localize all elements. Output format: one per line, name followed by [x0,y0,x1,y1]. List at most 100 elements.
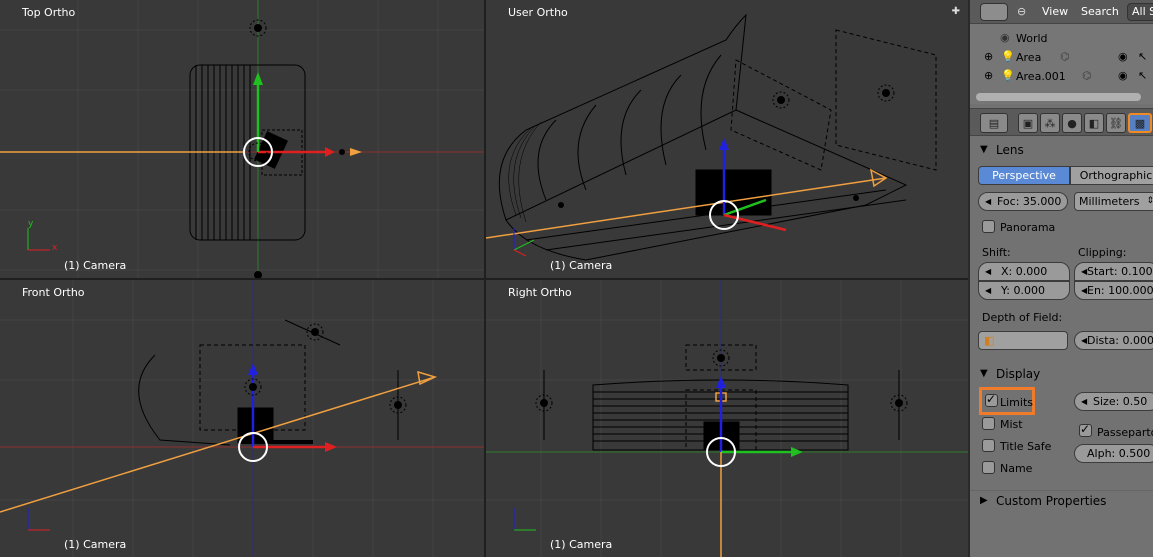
filter-dropdown-label: All S [1132,5,1153,18]
viewport-user-ortho[interactable]: User Ortho ✚ (1) Camera [486,0,968,278]
orthographic-button[interactable]: Orthographic [1070,166,1153,185]
outliner: ⊖ View Search All S ◉ World ⊕ 💡 Area ⌬ ◉… [970,0,1153,104]
size-value: Size: 0.50 [1093,395,1148,408]
clipping-label: Clipping: [1078,246,1127,259]
expand-icon[interactable]: ⊕ [984,69,993,82]
outliner-item-area001[interactable]: ⊕ 💡 Area.001 ⌬ ◉ ↖ [970,67,1153,86]
shift-x-value: X: 0.000 [1001,265,1048,278]
lamp-icon: 💡 [1001,50,1015,63]
editor-type-button[interactable] [980,3,1008,21]
custom-properties-title: Custom Properties [996,494,1107,508]
viewport-title: Top Ortho [22,6,76,19]
passepartout-checkbox[interactable] [1079,422,1092,437]
outliner-item-world[interactable]: ◉ World [970,29,1153,48]
shift-x-field[interactable]: ◀ X: 0.000 [978,262,1070,281]
mist-label: Mist [1000,418,1023,431]
outliner-item-label: World [1016,32,1048,45]
collapse-arrow-icon: ▼ [980,368,988,379]
object-tab-icon[interactable]: ◧ [1084,113,1104,133]
select-cursor-icon[interactable]: ↖ [1138,50,1147,63]
viewport-title: Front Ortho [22,286,85,299]
lamp-icon: 💡 [1001,69,1015,82]
scene-tab-icon[interactable]: ⁂ [1040,113,1060,133]
dof-distance-field[interactable]: ◀ Dista: 0.000 [1074,331,1153,350]
viewport-footer: (1) Camera [550,259,613,272]
constraints-tab-icon[interactable]: ⛓ [1106,113,1126,133]
title-safe-checkbox[interactable] [982,439,995,452]
properties-header: ▤ ▣ ⁂ ● ◧ ⛓ ▩ [970,108,1153,136]
outliner-scrollbar[interactable] [976,93,1141,101]
viewport-top-ortho[interactable]: y x Top Ortho (1) Camera [0,0,484,278]
viewport-title: Right Ortho [508,286,572,299]
perspective-button[interactable]: Perspective [978,166,1070,185]
visibility-eye-icon[interactable]: ◉ [1118,50,1128,63]
shift-y-value: Y: 0.000 [1001,284,1045,297]
alpha-field[interactable]: Alph: 0.500 [1074,444,1153,463]
title-safe-label: Title Safe [1000,440,1052,453]
lamp-data-icon: ⌬ [1082,69,1092,82]
size-field[interactable]: ◀ Size: 0.50 [1074,392,1153,411]
custom-properties-header[interactable]: ▶ Custom Properties [970,490,1153,512]
user-ortho-scene [486,13,937,261]
shift-label: Shift: [982,246,1011,259]
visibility-eye-icon[interactable]: ◉ [1118,69,1128,82]
clip-end-value: En: 100.000 [1087,284,1153,297]
select-cursor-icon[interactable]: ↖ [1138,69,1147,82]
clip-end-field[interactable]: ◀ En: 100.000 [1074,281,1153,300]
focal-length-value: Foc: 35.000 [997,195,1062,208]
world-tab-icon[interactable]: ● [1062,113,1082,133]
viewport-split-icon[interactable]: ✚ [952,6,960,17]
lens-panel-header[interactable]: ▼ Lens [970,140,1153,162]
collapse-icon[interactable]: ⊖ [1017,5,1026,18]
dof-label: Depth of Field: [982,311,1063,324]
outliner-item-label: Area [1016,51,1042,64]
world-icon: ◉ [1000,31,1010,44]
filter-dropdown[interactable]: All S [1127,3,1153,21]
top-ortho-scene: y x [0,0,484,278]
dof-object-field[interactable]: ◧ [978,331,1068,350]
dof-distance-value: Dista: 0.000 [1087,334,1153,347]
alpha-value: Alph: 0.500 [1087,447,1151,460]
focal-length-field[interactable]: ◀ Foc: 35.000 [978,192,1068,211]
display-panel-header[interactable]: ▼ Display [970,364,1153,386]
collapse-arrow-icon: ▼ [980,144,988,155]
expand-arrow-icon: ▶ [980,495,988,506]
front-ortho-scene [0,280,484,557]
svg-text:y: y [28,219,34,229]
decrement-arrow-icon[interactable]: ◀ [1081,393,1087,410]
mist-checkbox[interactable] [982,417,995,430]
lens-panel-title: Lens [996,143,1024,157]
clip-start-value: Start: 0.100 [1087,265,1153,278]
clip-start-field[interactable]: ◀ Start: 0.100 [1074,262,1153,281]
outliner-item-area[interactable]: ⊕ 💡 Area ⌬ ◉ ↖ [970,48,1153,67]
viewport-divider-horizontal[interactable] [0,278,968,280]
view-menu[interactable]: View [1042,5,1068,18]
panorama-label: Panorama [1000,221,1056,234]
panorama-checkbox[interactable] [982,220,995,233]
expand-icon[interactable]: ⊕ [984,50,993,63]
lens-unit-dropdown[interactable]: Millimeters ⇕ [1074,192,1153,211]
outliner-item-label: Area.001 [1016,70,1066,83]
limits-checkbox[interactable] [985,392,998,407]
right-panel: ⊖ View Search All S ◉ World ⊕ 💡 Area ⌬ ◉… [968,0,1153,557]
render-tab-icon[interactable]: ▣ [1018,113,1038,133]
display-panel-title: Display [996,367,1041,381]
lens-unit-label: Millimeters [1079,195,1140,208]
search-menu[interactable]: Search [1081,5,1119,18]
name-checkbox[interactable] [982,461,995,474]
shift-y-field[interactable]: ◀ Y: 0.000 [978,281,1070,300]
name-label: Name [1000,462,1033,475]
cube-object-icon: ◧ [984,334,995,347]
dropdown-arrows-icon: ⇕ [1146,193,1153,210]
viewport-front-ortho[interactable]: Front Ortho (1) Camera [0,280,484,557]
decrement-arrow-icon[interactable]: ◀ [985,263,991,280]
lamp-data-icon: ⌬ [1060,50,1070,63]
viewport-title: User Ortho [508,6,568,19]
editor-type-button[interactable]: ▤ [980,113,1008,133]
decrement-arrow-icon[interactable]: ◀ [985,193,991,210]
decrement-arrow-icon[interactable]: ◀ [985,282,991,299]
outliner-header: ⊖ View Search All S [970,0,1153,24]
viewport-right-ortho[interactable]: Right Ortho (1) Camera [486,280,968,557]
camera-data-tab-icon[interactable]: ▩ [1128,113,1152,133]
viewport-footer: (1) Camera [64,538,127,551]
